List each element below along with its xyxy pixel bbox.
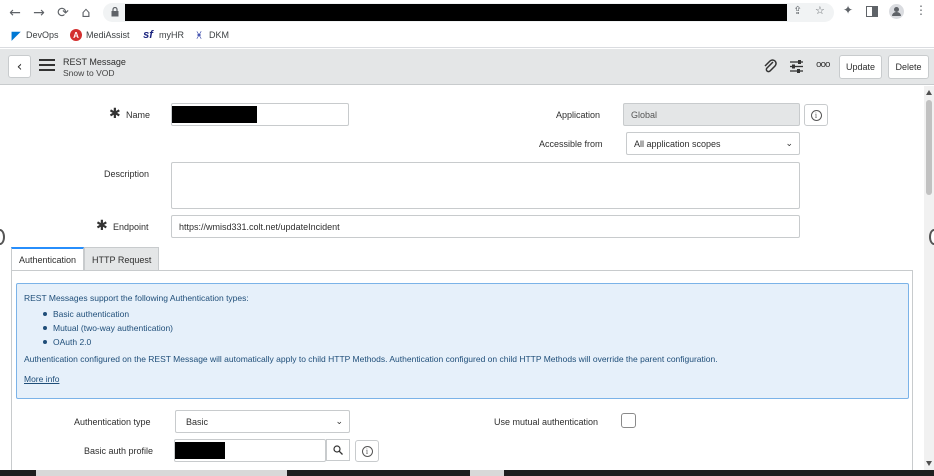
bookmark-devops[interactable]: ◤ DevOps [10,27,59,43]
share-icon[interactable]: ⇪ [793,4,802,17]
settings-sliders-icon[interactable] [789,59,804,74]
tab-authentication[interactable]: Authentication [11,247,85,271]
list-item: Basic authentication [39,307,173,321]
profile-icon[interactable] [889,4,904,19]
bookmark-dkm[interactable]: ᚸ DKM [193,27,229,43]
address-bar[interactable]: ⇪ ☆ [103,3,834,22]
auth-types-list: Basic authentication Mutual (two-way aut… [39,307,173,349]
accessible-from-select[interactable]: All application scopes ⌄ [626,132,800,155]
basic-auth-profile-field[interactable] [174,439,326,462]
bookmark-myhr[interactable]: sf myHR [141,27,184,43]
more-options-icon[interactable]: ooo [816,60,830,70]
mediassist-icon: A [70,29,82,41]
accessible-from-value: All application scopes [634,138,721,149]
scroll-thumb[interactable] [926,100,932,195]
mutual-auth-label: Use mutual authentication [494,417,599,427]
mutual-auth-checkbox[interactable] [621,413,636,428]
basic-auth-profile-label: Basic auth profile [84,446,154,456]
form-subtitle: Snow to VOD [63,68,115,78]
scroll-up-arrow-icon[interactable] [926,90,932,95]
tab-http-request[interactable]: HTTP Request [84,247,160,271]
chevron-down-icon: ⌄ [785,138,793,149]
redacted-profile [175,442,225,459]
bookmark-label: MediAssist [86,30,130,40]
form-title: REST Message [63,57,126,67]
bookmark-mediassist[interactable]: A MediAssist [70,27,130,43]
back-button[interactable]: ‹ [8,55,31,78]
form-header: ‹ REST Message Snow to VOD ooo Update De… [0,49,934,85]
scroll-down-arrow-icon[interactable] [926,461,932,466]
search-icon [333,445,343,455]
taskbar-segment [470,470,504,476]
home-icon[interactable]: ⌂ [77,4,95,22]
devops-icon: ◤ [11,29,21,42]
endpoint-value: https://wmisd331.colt.net/updateIncident [179,221,340,232]
auth-type-select[interactable]: Basic ⌄ [175,410,350,433]
application-value: Global [631,109,658,120]
bookmark-label: myHR [159,30,184,40]
sidepanel-icon[interactable] [866,6,878,17]
redacted-url [125,4,787,21]
delete-button[interactable]: Delete [888,55,929,79]
auth-info-intro: REST Messages support the following Auth… [24,293,249,303]
list-item: OAuth 2.0 [39,335,173,349]
accessible-from-label: Accessible from [539,139,603,149]
list-item: Mutual (two-way authentication) [39,321,173,335]
dkm-icon: ᚸ [196,30,202,40]
update-button[interactable]: Update [839,55,882,79]
taskbar-segment [36,470,287,476]
browser-chrome: ← → ⟳ ⌂ ⇪ ☆ ✦ ⋮ ◤ DevOps A MediAssist sf… [0,0,934,48]
back-arrow-icon[interactable]: ← [6,4,24,22]
redacted-name [172,106,257,123]
profile-info-button[interactable]: i [355,440,379,462]
required-marker-icon: ✱ [109,106,121,122]
endpoint-label: Endpoint [113,222,149,232]
bookmark-label: DKM [209,30,229,40]
more-info-link[interactable]: More info [24,374,59,384]
lock-icon [111,7,119,17]
sf-icon: sf [143,29,153,41]
extensions-icon[interactable]: ✦ [843,3,853,17]
info-icon: i [361,445,373,457]
lookup-button[interactable] [326,439,350,461]
tab-strip: Authentication HTTP Request [11,247,160,271]
required-marker-icon: ✱ [96,218,108,234]
application-field: Global [623,103,800,126]
application-label: Application [556,110,601,120]
hamburger-menu-icon[interactable] [39,59,55,73]
bookmark-label: DevOps [26,30,59,40]
name-field[interactable] [171,103,349,126]
paperclip-icon[interactable] [762,58,778,74]
chevron-down-icon: ⌄ [335,416,343,427]
name-label: Name [126,110,151,120]
bookmarks-bar: ◤ DevOps A MediAssist sf myHR ᚸ DKM [0,27,934,45]
application-info-button[interactable]: i [804,104,828,126]
description-label: Description [104,169,150,179]
star-icon[interactable]: ☆ [815,4,825,17]
description-field[interactable] [171,162,800,209]
auth-type-value: Basic [186,416,209,427]
auth-type-label: Authentication type [74,417,151,427]
more-vertical-icon[interactable]: ⋮ [915,3,927,17]
reload-icon[interactable]: ⟳ [54,4,72,22]
taskbar [0,470,934,476]
info-icon: i [810,109,822,121]
auth-info-note: Authentication configured on the REST Me… [24,354,718,364]
right-resize-handle[interactable] [929,229,934,245]
endpoint-field[interactable]: https://wmisd331.colt.net/updateIncident [171,215,800,238]
auth-info-box: REST Messages support the following Auth… [16,283,909,399]
forward-arrow-icon[interactable]: → [30,4,48,22]
